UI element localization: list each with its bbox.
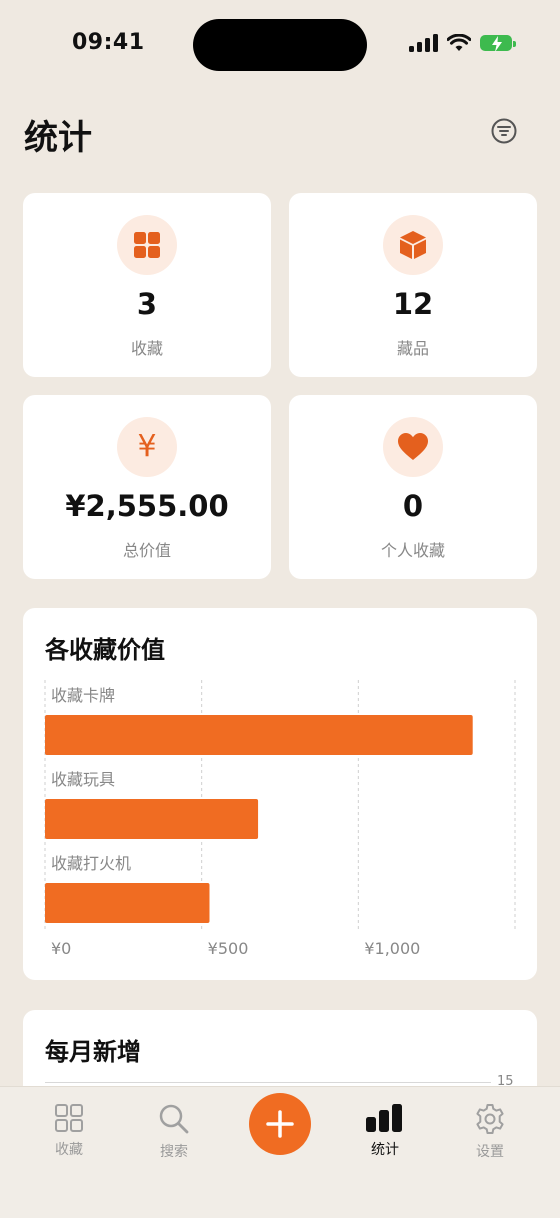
chart-category-label: 收藏玩具	[51, 770, 115, 789]
chart-bar	[45, 799, 259, 839]
search-icon	[159, 1104, 189, 1134]
value-bar-chart: 收藏卡牌收藏玩具收藏打火机 ¥0 ¥500 ¥1,000	[44, 680, 516, 958]
gear-icon	[476, 1104, 504, 1134]
monthly-chart-title: 每月新增	[45, 1038, 141, 1066]
battery-icon	[480, 35, 516, 52]
tab-collections[interactable]: 收藏	[29, 1103, 109, 1159]
stat-value: 0	[402, 489, 424, 523]
stat-label: 藏品	[396, 339, 429, 358]
stat-label: 个人收藏	[380, 541, 445, 560]
plus-icon	[266, 1110, 294, 1138]
wifi-icon	[447, 34, 471, 51]
status-time: 09:41	[72, 30, 145, 55]
chart-category-label: 收藏打火机	[51, 854, 131, 873]
stat-card-items: 12 藏品	[289, 193, 537, 377]
chart-bar	[45, 715, 473, 755]
heart-icon	[383, 417, 443, 477]
stat-value: 12	[392, 287, 434, 321]
chart-tick-label: ¥0	[51, 939, 71, 958]
chart-bar	[45, 883, 210, 923]
yen-icon: ¥	[117, 417, 177, 477]
grid-icon	[117, 215, 177, 275]
cube-icon	[383, 215, 443, 275]
chart-category-label: 收藏卡牌	[51, 686, 115, 705]
stat-value: 3	[136, 287, 158, 321]
chart-tick-label: ¥1,000	[364, 939, 420, 958]
page-title: 统计	[24, 118, 92, 158]
tab-label: 收藏	[55, 1142, 83, 1158]
stat-label: 收藏	[130, 339, 163, 358]
chart-tick-label: ¥500	[208, 939, 249, 958]
stat-card-total-value: ¥ ¥2,555.00 总价值	[23, 395, 271, 579]
filter-icon[interactable]	[490, 117, 518, 145]
tab-stats[interactable]: 统计	[345, 1103, 425, 1159]
stat-card-personal: 0 个人收藏	[289, 395, 537, 579]
monthly-chart-gridline	[45, 1082, 491, 1083]
tab-label: 统计	[371, 1142, 399, 1158]
status-bar: 09:41	[0, 0, 560, 90]
stat-label: 总价值	[122, 541, 171, 560]
tab-settings[interactable]: 设置	[450, 1103, 530, 1161]
signal-icon	[409, 34, 438, 52]
tab-label: 搜索	[160, 1144, 188, 1160]
add-button[interactable]	[249, 1093, 311, 1155]
tab-label: 设置	[476, 1144, 504, 1160]
stat-card-collections: 3 收藏	[23, 193, 271, 377]
grid-icon	[55, 1104, 83, 1132]
chart-icon	[366, 1104, 402, 1132]
dynamic-island	[193, 19, 367, 71]
value-chart-card: 各收藏价值 收藏卡牌 收藏玩具 收藏打火机 ¥0 ¥500 ¥1,000	[23, 608, 537, 980]
screen: 09:41 统计 3 收藏 12 藏品 ¥ ¥2,555.00 总价值 0 个人…	[0, 0, 560, 1218]
status-icons	[409, 34, 516, 52]
tab-search[interactable]: 搜索	[134, 1103, 214, 1161]
stat-value: ¥2,555.00	[65, 489, 229, 523]
